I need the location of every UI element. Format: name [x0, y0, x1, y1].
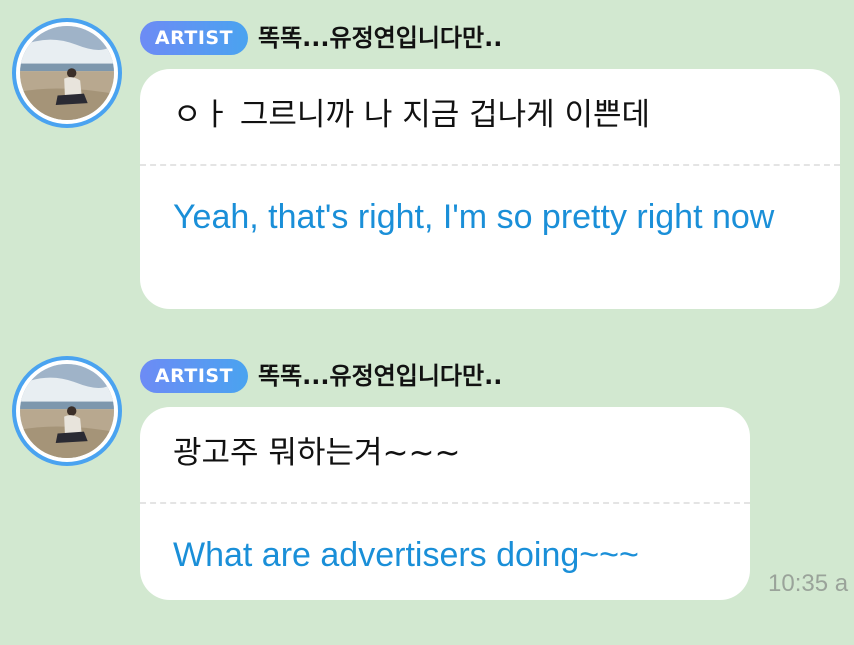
avatar[interactable]: [12, 356, 122, 466]
artist-badge: ARTIST: [140, 21, 248, 55]
artist-badge: ARTIST: [140, 359, 248, 393]
avatar-photo: [20, 26, 114, 120]
bubble-divider: [140, 502, 750, 504]
sender-name: 똑똑...유정연입니다만..: [258, 24, 503, 52]
original-text: 광고주 뭐하는겨~~~: [173, 435, 461, 471]
timestamp: 10:35 a: [768, 570, 849, 597]
avatar[interactable]: [12, 18, 122, 128]
sender-name: 똑똑...유정연입니다만..: [258, 362, 503, 390]
message-bubble[interactable]: 광고주 뭐하는겨~~~ What are advertisers doing~~…: [140, 407, 750, 600]
message-bubble[interactable]: ㅇㅏ 그르니까 나 지금 겁나게 이쁜데 Yeah, that's right,…: [140, 69, 840, 309]
original-text: ㅇㅏ 그르니까 나 지금 겁나게 이쁜데: [173, 97, 651, 133]
translation-text: What are advertisers doing~~~: [173, 536, 639, 574]
avatar-photo: [20, 364, 114, 458]
translation-text: Yeah, that's right, I'm so pretty right …: [173, 198, 775, 236]
bubble-divider: [140, 164, 840, 166]
